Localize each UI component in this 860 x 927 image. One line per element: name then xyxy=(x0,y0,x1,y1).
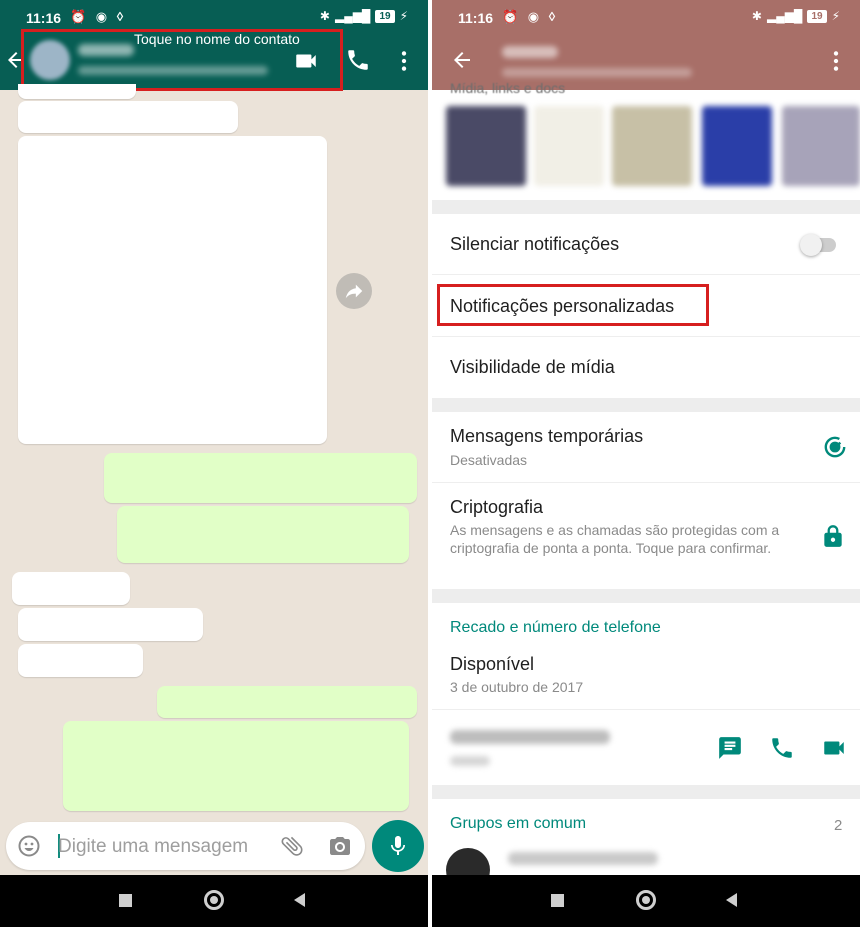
contact-info-header: 11:16 ⏰ ◉ ◊ ✱ ▂▄▆█ 19 ⚡ xyxy=(432,0,860,90)
media-thumbnail[interactable] xyxy=(782,106,860,186)
section-gap xyxy=(432,398,860,412)
status-time: 11:16 xyxy=(458,10,494,26)
signal-icon: ▂▄▆█ xyxy=(334,9,371,23)
mic-button[interactable] xyxy=(372,820,424,872)
forward-button[interactable] xyxy=(336,273,372,309)
mic-icon xyxy=(391,836,405,855)
highlight-box-custom-notifications xyxy=(437,284,709,326)
message-input-bar: Digite uma mensagem xyxy=(6,822,365,870)
bluetooth-icon: ✱ xyxy=(751,9,762,23)
status-system-icons: ✱ ▂▄▆█ 19 ⚡ xyxy=(320,9,408,23)
contact-name-blurred xyxy=(502,46,558,58)
more-vert-icon[interactable] xyxy=(823,48,849,74)
media-thumbnail[interactable] xyxy=(612,106,692,186)
contact-info-screen: 11:16 ⏰ ◉ ◊ ✱ ▂▄▆█ 19 ⚡ Mídia, links e d… xyxy=(432,0,860,927)
message-bubble-outgoing[interactable] xyxy=(63,721,409,811)
media-thumbnail[interactable] xyxy=(702,106,772,186)
media-strip[interactable]: Mídia, links e docs xyxy=(432,80,860,202)
encryption-description: As mensagens e as chamadas são protegida… xyxy=(450,522,780,556)
section-gap xyxy=(432,785,860,799)
video-call-icon[interactable] xyxy=(293,48,319,74)
recents-nav-icon[interactable] xyxy=(119,894,132,907)
charging-icon: ⚡ xyxy=(399,9,408,23)
recents-nav-icon[interactable] xyxy=(551,894,564,907)
group-name-blurred xyxy=(508,852,658,865)
back-nav-icon[interactable] xyxy=(726,893,737,907)
encryption-title: Criptografia xyxy=(450,497,544,517)
media-thumbnail[interactable] xyxy=(446,106,526,186)
message-bubble-outgoing[interactable] xyxy=(104,453,417,503)
message-bubble-incoming-media[interactable] xyxy=(18,136,327,444)
groups-section-title: Grupos em comum xyxy=(450,815,587,832)
groups-count: 2 xyxy=(834,817,843,834)
video-call-icon[interactable] xyxy=(821,735,847,761)
contact-status-blurred xyxy=(502,68,692,77)
about-section-title: Recado e número de telefone xyxy=(450,619,661,636)
more-vert-icon[interactable] xyxy=(391,48,417,74)
temp-messages-title: Mensagens temporárias xyxy=(450,426,644,446)
row-divider xyxy=(432,709,860,710)
system-nav-bar xyxy=(0,875,428,927)
timer-icon xyxy=(824,436,846,458)
message-bubble-outgoing[interactable] xyxy=(117,506,409,563)
back-nav-icon[interactable] xyxy=(294,893,305,907)
phone-label-blurred xyxy=(450,756,490,766)
media-section-label: Mídia, links e docs xyxy=(450,80,566,96)
about-status-date: 3 de outubro de 2017 xyxy=(450,679,584,695)
emoji-icon[interactable] xyxy=(17,834,41,858)
status-notification-icons: ⏰ ◉ ◊ xyxy=(70,9,127,24)
section-gap xyxy=(432,589,860,603)
row-divider xyxy=(432,482,860,483)
message-bubble-incoming[interactable] xyxy=(18,84,136,99)
temp-messages-status: Desativadas xyxy=(450,452,528,468)
chat-screen: 11:16 ⏰ ◉ ◊ ✱ ▂▄▆█ 19 ⚡ Toque no nome do… xyxy=(0,0,428,927)
chat-header: 11:16 ⏰ ◉ ◊ ✱ ▂▄▆█ 19 ⚡ Toque no nome do… xyxy=(0,0,428,91)
battery-icon: 19 xyxy=(375,9,395,23)
voice-call-icon[interactable] xyxy=(769,735,795,761)
forward-icon xyxy=(345,284,363,299)
mute-toggle-knob[interactable] xyxy=(800,234,822,256)
home-nav-icon[interactable] xyxy=(636,890,656,910)
mute-notifications-label: Silenciar notificações xyxy=(450,234,620,254)
message-bubble-incoming[interactable] xyxy=(18,608,203,641)
message-input[interactable]: Digite uma mensagem xyxy=(58,836,248,858)
media-visibility-label: Visibilidade de mídia xyxy=(450,357,615,377)
voice-call-icon[interactable] xyxy=(345,47,371,73)
attach-icon[interactable] xyxy=(274,828,311,865)
bluetooth-icon: ✱ xyxy=(319,9,330,23)
status-system-icons: ✱ ▂▄▆█ 19 ⚡ xyxy=(752,9,840,23)
media-thumbnail[interactable] xyxy=(534,106,604,186)
status-notification-icons: ⏰ ◉ ◊ xyxy=(502,9,559,24)
back-arrow-icon[interactable] xyxy=(450,48,474,72)
row-divider xyxy=(432,274,860,275)
home-nav-icon[interactable] xyxy=(204,890,224,910)
message-bubble-incoming[interactable] xyxy=(18,101,238,133)
status-time: 11:16 xyxy=(26,10,62,26)
battery-icon: 19 xyxy=(807,9,827,23)
phone-number-blurred xyxy=(450,730,610,744)
lock-icon xyxy=(824,525,842,547)
about-status-text: Disponível xyxy=(450,654,535,674)
status-bar: 11:16 ⏰ ◉ ◊ ✱ ▂▄▆█ 19 ⚡ xyxy=(432,0,860,34)
row-divider xyxy=(432,336,860,337)
system-nav-bar xyxy=(432,875,860,927)
message-bubble-incoming[interactable] xyxy=(12,572,130,605)
charging-icon: ⚡ xyxy=(831,9,840,23)
message-icon[interactable] xyxy=(717,735,743,761)
message-bubble-outgoing[interactable] xyxy=(157,686,417,718)
message-bubble-incoming[interactable] xyxy=(18,644,143,677)
camera-icon[interactable] xyxy=(328,834,352,858)
section-gap xyxy=(432,200,860,214)
signal-icon: ▂▄▆█ xyxy=(766,9,803,23)
